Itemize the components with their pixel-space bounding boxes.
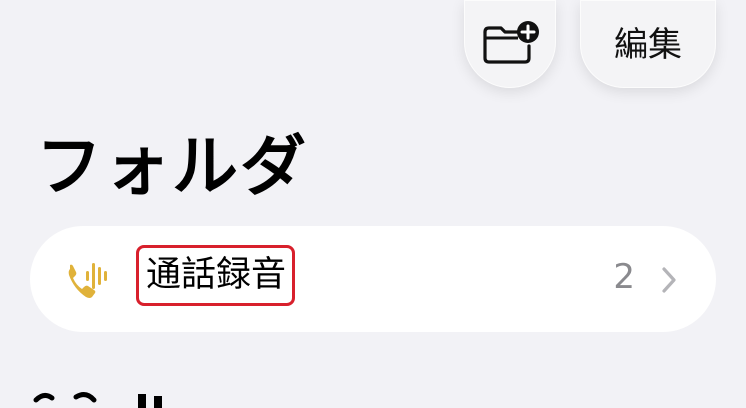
edit-button[interactable]: 編集 [580,0,716,88]
cut-off-heading-glyphs [33,392,162,408]
phone-waveform-icon [68,263,107,298]
folder-plus-icon [483,21,539,64]
folder-name: 通話録音 [136,245,295,306]
page-title: フォルダ [36,128,308,205]
next-section-heading-partial [30,388,170,408]
chevron-right-icon [662,267,676,293]
edit-button-label: 編集 [614,25,682,65]
folder-row-call-recording[interactable]: 通話録音 2 [30,226,716,332]
new-folder-button[interactable] [464,0,556,88]
folder-item-count: 2 [613,257,635,297]
